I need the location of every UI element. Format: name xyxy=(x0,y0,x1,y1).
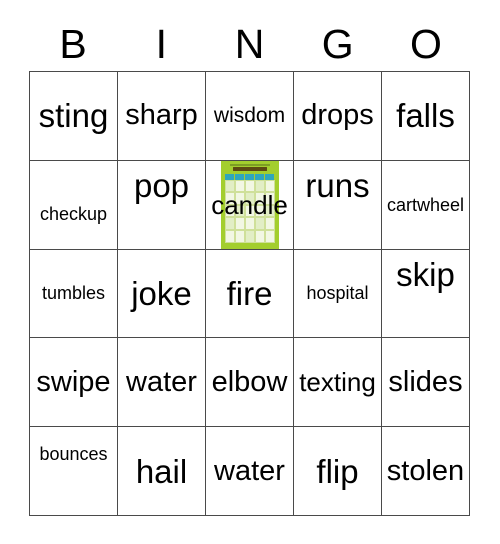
bingo-cell-label: checkup xyxy=(39,203,108,224)
bingo-cell[interactable]: water xyxy=(118,338,206,428)
bingo-cell-label: slides xyxy=(388,365,463,398)
header-letter-g: G xyxy=(321,21,354,67)
bingo-cell[interactable]: sting xyxy=(30,72,118,161)
bingo-card: B I N G O sting sharp wisdom drops falls chec… xyxy=(0,0,500,544)
header-letter-b: B xyxy=(59,21,87,67)
bingo-cell[interactable]: hospital xyxy=(294,249,382,339)
bingo-grid: sting sharp wisdom drops falls checkup pop cand… xyxy=(29,71,470,516)
bingo-cell-label: cartwheel xyxy=(386,194,465,215)
bingo-cell-label: joke xyxy=(131,274,192,312)
thumbnail-title-bar xyxy=(232,166,267,171)
bingo-cell[interactable]: hail xyxy=(118,427,206,516)
bingo-cell-label: water xyxy=(214,454,285,487)
bingo-cell-label: fire xyxy=(226,274,273,312)
thumbnail-subtitle-bar xyxy=(229,163,270,166)
bingo-cell-label: hail xyxy=(135,452,188,490)
thumbnail-cell xyxy=(264,230,275,243)
thumbnail-cell xyxy=(224,230,235,243)
bingo-cell[interactable]: sharp xyxy=(118,72,206,161)
bingo-cell[interactable]: water xyxy=(206,427,294,516)
bingo-cell[interactable]: checkup xyxy=(30,160,118,250)
bingo-cell-label: bounces xyxy=(39,444,108,465)
bingo-cell[interactable]: drops xyxy=(294,72,382,161)
bingo-cell-label: stolen xyxy=(386,454,465,487)
bingo-cell-label: water xyxy=(126,365,197,398)
bingo-cell-label: falls xyxy=(396,97,455,135)
bingo-cell-label: wisdom xyxy=(213,104,286,128)
bingo-cell[interactable]: fire xyxy=(206,249,294,339)
bingo-cell[interactable]: bounces xyxy=(30,427,118,516)
bingo-cell[interactable]: cartwheel xyxy=(382,160,470,250)
bingo-cell-label: skip xyxy=(396,255,455,293)
bingo-cell[interactable]: candle xyxy=(206,160,294,250)
bingo-cell[interactable]: runs xyxy=(294,160,382,250)
bingo-cell-label: sharp xyxy=(125,99,198,132)
bingo-cell-label: hospital xyxy=(306,283,369,304)
thumbnail-cell xyxy=(234,230,245,243)
thumbnail-row xyxy=(224,230,275,243)
bingo-cell[interactable]: slides xyxy=(382,338,470,428)
bingo-cell-label: tumbles xyxy=(41,283,106,304)
bingo-cell[interactable]: swipe xyxy=(30,338,118,428)
header-letter-o: O xyxy=(409,21,442,67)
bingo-cell[interactable]: wisdom xyxy=(206,72,294,161)
bingo-cell[interactable]: tumbles xyxy=(30,249,118,339)
bingo-cell[interactable]: stolen xyxy=(382,427,470,516)
bingo-cell-label: runs xyxy=(305,166,370,204)
bingo-cell-label: candle xyxy=(211,189,288,220)
bingo-cell-label: swipe xyxy=(36,365,111,398)
bingo-cell[interactable]: falls xyxy=(382,72,470,161)
bingo-cell[interactable]: skip xyxy=(382,249,470,339)
bingo-cell-label: drops xyxy=(301,99,374,132)
thumbnail-cell xyxy=(254,230,265,243)
bingo-cell[interactable]: texting xyxy=(294,338,382,428)
bingo-cell-label: texting xyxy=(299,367,376,398)
header-letter-i: I xyxy=(155,21,167,67)
bingo-cell-label: flip xyxy=(316,452,359,490)
header-letter-n: N xyxy=(234,21,265,67)
bingo-cell-label: elbow xyxy=(211,365,288,398)
thumbnail-cell xyxy=(244,230,255,243)
bingo-header-row: B I N G O xyxy=(29,18,470,71)
bingo-cell-label: sting xyxy=(38,97,109,135)
bingo-cell[interactable]: elbow xyxy=(206,338,294,428)
bingo-cell[interactable]: pop xyxy=(118,160,206,250)
bingo-cell[interactable]: joke xyxy=(118,249,206,339)
bingo-cell[interactable]: flip xyxy=(294,427,382,516)
bingo-cell-label: pop xyxy=(133,166,190,204)
